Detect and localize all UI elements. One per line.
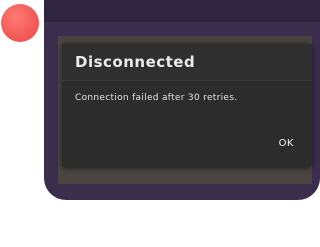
dialog-title: Disconnected: [62, 44, 312, 81]
dialog-message: Connection failed after 30 retries.: [75, 93, 238, 103]
record-indicator-icon: [1, 4, 39, 42]
disconnected-dialog: Disconnected Connection failed after 30 …: [62, 44, 312, 168]
ok-button[interactable]: OK: [279, 138, 294, 149]
